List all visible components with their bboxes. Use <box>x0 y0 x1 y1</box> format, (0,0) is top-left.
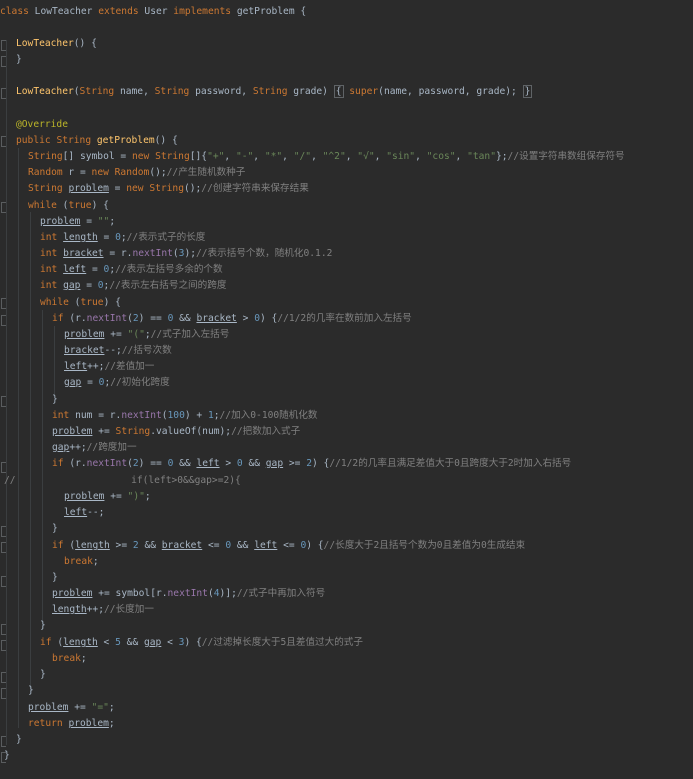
code-line[interactable]: Random r = new Random();//产生随机数种子 <box>28 165 245 181</box>
code-line[interactable]: String[] symbol = new String[]{"+", "-",… <box>28 149 625 165</box>
code-line[interactable]: } <box>52 521 58 537</box>
code-line[interactable]: bracket--;//括号次数 <box>64 343 172 359</box>
code-line[interactable]: } <box>40 618 46 634</box>
code-line[interactable]: // if(left>0&&gap>=2){ <box>4 473 241 489</box>
code-line[interactable]: if (length < 5 && gap < 3) {//过滤掉长度大于5且差… <box>40 635 363 651</box>
code-editor[interactable]: class LowTeacher extends User implements… <box>0 0 693 779</box>
code-line[interactable]: LowTeacher(String name, String password,… <box>16 84 533 100</box>
code-line[interactable]: return problem; <box>28 716 115 732</box>
code-line[interactable]: left++;//差值加一 <box>64 359 154 375</box>
code-line[interactable]: int length = 0;//表示式子的长度 <box>40 230 205 246</box>
code-line[interactable]: if (length >= 2 && bracket <= 0 && left … <box>52 538 525 554</box>
fold-marker-icon[interactable] <box>1 736 6 747</box>
fold-marker-icon[interactable] <box>1 640 6 651</box>
fold-marker-icon[interactable] <box>1 396 6 407</box>
code-line[interactable]: public String getProblem() { <box>16 133 178 149</box>
code-line[interactable]: if (r.nextInt(2) == 0 && left > 0 && gap… <box>52 456 571 472</box>
fold-marker-icon[interactable] <box>1 624 6 635</box>
code-line[interactable]: int gap = 0;//表示左右括号之间的跨度 <box>40 278 226 294</box>
fold-marker-icon[interactable] <box>1 56 6 67</box>
code-line[interactable]: } <box>16 52 22 68</box>
code-line[interactable]: while (true) { <box>40 295 121 311</box>
fold-marker-icon[interactable] <box>1 315 6 326</box>
fold-marker-icon[interactable] <box>1 462 6 473</box>
code-line[interactable]: break; <box>64 554 99 570</box>
fold-marker-icon[interactable] <box>1 576 6 587</box>
code-line[interactable]: if (r.nextInt(2) == 0 && bracket > 0) {/… <box>52 311 412 327</box>
fold-marker-icon[interactable] <box>1 298 6 309</box>
indent-guide <box>6 40 7 745</box>
code-line[interactable]: problem += "(";//式子加入左括号 <box>64 327 229 343</box>
code-line[interactable]: problem += String.valueOf(num);//把数加入式子 <box>52 424 300 440</box>
code-line[interactable]: problem += symbol[r.nextInt(4)];//式子中再加入… <box>52 586 325 602</box>
code-line[interactable]: } <box>52 570 58 586</box>
fold-marker-icon[interactable] <box>1 40 6 51</box>
code-line[interactable]: problem += "="; <box>28 700 115 716</box>
code-line[interactable]: problem = ""; <box>40 214 115 230</box>
code-line[interactable]: class LowTeacher extends User implements… <box>0 4 306 20</box>
code-line[interactable]: } <box>40 667 46 683</box>
code-line[interactable]: length++;//长度加一 <box>52 602 154 618</box>
code-line[interactable]: String problem = new String();//创建字符串来保存… <box>28 181 309 197</box>
code-line[interactable]: left--; <box>64 505 104 521</box>
fold-marker-icon[interactable] <box>1 672 6 683</box>
code-line[interactable]: } <box>16 732 22 748</box>
fold-marker-icon[interactable] <box>1 542 6 553</box>
code-line[interactable]: gap = 0;//初始化跨度 <box>64 375 170 391</box>
code-line[interactable]: int bracket = r.nextInt(3);//表示括号个数，随机化0… <box>40 246 332 262</box>
fold-marker-icon[interactable] <box>1 688 6 699</box>
fold-marker-icon[interactable] <box>1 526 6 537</box>
indent-guide <box>18 148 19 728</box>
indent-guide <box>54 326 55 396</box>
code-line[interactable]: while (true) { <box>28 198 109 214</box>
code-line[interactable]: int left = 0;//表示左括号多余的个数 <box>40 262 223 278</box>
code-line[interactable]: break; <box>52 651 87 667</box>
code-line[interactable]: gap++;//跨度加一 <box>52 440 137 456</box>
fold-marker-icon[interactable] <box>1 202 6 213</box>
code-line[interactable]: } <box>4 748 10 764</box>
code-line[interactable]: LowTeacher() { <box>16 36 97 52</box>
code-line[interactable]: int num = r.nextInt(100) + 1;//加入0-100随机… <box>52 408 318 424</box>
code-line[interactable]: } <box>28 683 34 699</box>
code-line[interactable]: } <box>52 392 58 408</box>
code-line[interactable]: @Override <box>16 117 68 133</box>
fold-marker-icon[interactable] <box>1 136 6 147</box>
fold-marker-icon[interactable] <box>1 88 6 99</box>
code-line[interactable]: problem += ")"; <box>64 489 151 505</box>
indent-guide <box>42 310 43 630</box>
indent-guide <box>30 212 31 692</box>
